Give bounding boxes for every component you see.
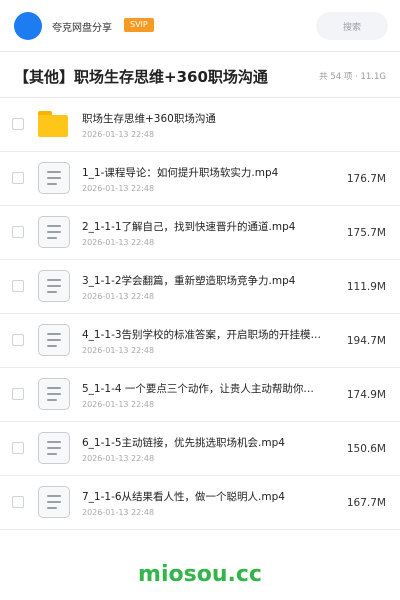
item-name: 4_1-1-3告别学校的标准答案，开启职场的开挂模… <box>82 329 322 341</box>
item-date: 2026-01-13 22:48 <box>82 454 155 463</box>
file-icon <box>38 486 70 518</box>
list-item[interactable]: 3_1-1-2学会翻篇，重新塑造职场竞争力.mp4 2026-01-13 22:… <box>0 260 400 314</box>
list-item[interactable]: 4_1-1-3告别学校的标准答案，开启职场的开挂模… 2026-01-13 22… <box>0 314 400 368</box>
item-date: 2026-01-13 22:48 <box>82 130 155 139</box>
app-name: 夸克网盘分享 <box>52 23 112 34</box>
page-title: 【其他】职场生存思维+360职场沟通 <box>14 68 268 86</box>
item-name: 2_1-1-1了解自己，找到快速晋升的通道.mp4 <box>82 221 296 233</box>
search-input[interactable]: 搜索 <box>316 12 388 40</box>
row-checkbox[interactable] <box>12 496 24 508</box>
item-date: 2026-01-13 22:48 <box>82 292 155 301</box>
file-icon <box>38 270 70 302</box>
avatar[interactable] <box>14 12 42 40</box>
item-date: 2026-01-13 22:48 <box>82 400 155 409</box>
watermark: miosou.cc <box>138 562 262 587</box>
item-date: 2026-01-13 22:48 <box>82 238 155 247</box>
row-checkbox[interactable] <box>12 280 24 292</box>
item-size: 167.7M <box>346 497 386 509</box>
list-item[interactable]: 5_1-1-4 一个要点三个动作，让贵人主动帮助你… 2026-01-13 22… <box>0 368 400 422</box>
item-name: 3_1-1-2学会翻篇，重新塑造职场竞争力.mp4 <box>82 275 296 287</box>
row-checkbox[interactable] <box>12 226 24 238</box>
file-icon <box>38 378 70 410</box>
list-item[interactable]: 2_1-1-1了解自己，找到快速晋升的通道.mp4 2026-01-13 22:… <box>0 206 400 260</box>
row-checkbox[interactable] <box>12 334 24 346</box>
list-item[interactable]: 7_1-1-6从结果看人性，做一个聪明人.mp4 2026-01-13 22:4… <box>0 476 400 530</box>
item-size: 176.7M <box>346 173 386 185</box>
item-size: 174.9M <box>346 389 386 401</box>
file-icon <box>38 324 70 356</box>
item-size: 111.9M <box>346 281 386 293</box>
file-list: 职场生存思维+360职场沟通 2026-01-13 22:48 1_1-课程导论… <box>0 98 400 530</box>
file-icon <box>38 162 70 194</box>
row-checkbox[interactable] <box>12 388 24 400</box>
folder-icon <box>38 108 70 140</box>
svip-badge: SVIP <box>124 18 154 32</box>
item-name: 6_1-1-5主动链接，优先挑选职场机会.mp4 <box>82 437 285 449</box>
row-checkbox[interactable] <box>12 118 24 130</box>
row-checkbox[interactable] <box>12 442 24 454</box>
item-name: 7_1-1-6从结果看人性，做一个聪明人.mp4 <box>82 491 285 503</box>
row-checkbox[interactable] <box>12 172 24 184</box>
item-name: 1_1-课程导论：如何提升职场软实力.mp4 <box>82 167 279 179</box>
list-item[interactable]: 1_1-课程导论：如何提升职场软实力.mp4 2026-01-13 22:48 … <box>0 152 400 206</box>
list-item[interactable]: 职场生存思维+360职场沟通 2026-01-13 22:48 <box>0 98 400 152</box>
item-date: 2026-01-13 22:48 <box>82 346 155 355</box>
item-date: 2026-01-13 22:48 <box>82 508 155 517</box>
item-size: 175.7M <box>346 227 386 239</box>
folder-header: 【其他】职场生存思维+360职场沟通 共 54 项 · 11.1G <box>0 52 400 98</box>
item-size: 150.6M <box>346 443 386 455</box>
item-name: 职场生存思维+360职场沟通 <box>82 113 216 125</box>
file-icon <box>38 216 70 248</box>
item-date: 2026-01-13 22:48 <box>82 184 155 193</box>
top-bar: 夸克网盘分享 SVIP 搜索 <box>0 0 400 52</box>
list-item[interactable]: 6_1-1-5主动链接，优先挑选职场机会.mp4 2026-01-13 22:4… <box>0 422 400 476</box>
item-name: 5_1-1-4 一个要点三个动作，让贵人主动帮助你… <box>82 383 314 395</box>
file-icon <box>38 432 70 464</box>
folder-meta: 共 54 项 · 11.1G <box>319 72 386 82</box>
item-size: 194.7M <box>346 335 386 347</box>
